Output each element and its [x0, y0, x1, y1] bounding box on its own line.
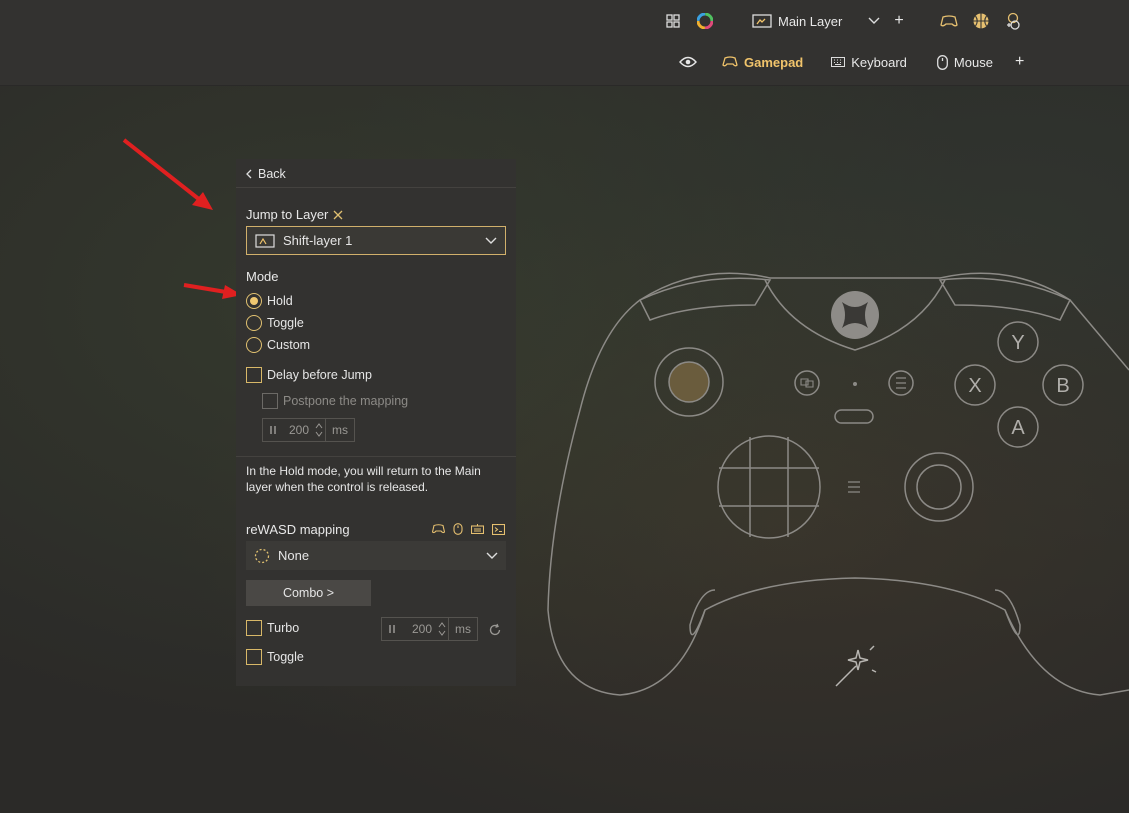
right-stick-inner — [916, 464, 962, 510]
arrow-to-jump-layer — [122, 138, 213, 210]
mode-toggle-label: Toggle — [267, 316, 304, 330]
mapping-value: None — [278, 548, 310, 563]
turbo-input[interactable]: 200 ms — [381, 617, 478, 641]
delay-label: Delay before Jump — [267, 368, 372, 382]
mode-label: Mode — [246, 269, 279, 284]
magic-wand-icon[interactable] — [835, 645, 877, 687]
chevron-down-icon — [486, 552, 498, 560]
mode-toggle-radio[interactable]: Toggle — [246, 315, 304, 331]
back-button[interactable]: Back — [246, 165, 286, 183]
mapping-type-icons — [432, 523, 505, 535]
chevron-left-icon — [246, 169, 252, 179]
controller-body-outline — [547, 272, 1129, 696]
jump-to-layer-label: Jump to Layer — [246, 207, 329, 222]
pause-icon — [382, 624, 402, 634]
dpad-ring[interactable] — [717, 435, 821, 539]
toggle-checkbox[interactable]: Toggle — [246, 649, 304, 665]
x-button-label: X — [968, 375, 981, 397]
radio-unchecked[interactable] — [246, 315, 262, 331]
mapping-label: reWASD mapping — [246, 522, 350, 537]
delay-value: 200 — [288, 423, 309, 437]
y-button-label: Y — [1011, 332, 1024, 354]
arrow-to-hold — [183, 283, 242, 299]
mode-description: In the Hold mode, you will return to the… — [246, 464, 481, 494]
controller-diagram: Y X B A — [547, 272, 1129, 696]
turbo-unit: ms — [448, 618, 477, 640]
right-bumper — [938, 277, 1072, 321]
checkbox[interactable] — [262, 393, 278, 409]
terminal-icon[interactable] — [492, 523, 505, 535]
mode-custom-radio[interactable]: Custom — [246, 337, 310, 353]
pause-icon — [263, 425, 283, 435]
layer-select[interactable]: Shift-layer 1 — [246, 226, 506, 255]
jump-settings-panel: Back Jump to Layer Shift-layer 1 Mode Ho… — [236, 159, 516, 686]
back-label: Back — [258, 167, 286, 181]
chevron-down-icon — [485, 237, 497, 245]
turbo-checkbox[interactable]: Turbo — [246, 620, 299, 636]
layer-select-value: Shift-layer 1 — [283, 233, 353, 248]
jump-to-layer-heading: Jump to Layer — [246, 207, 343, 222]
toggle-label: Toggle — [267, 650, 304, 664]
layer-icon — [255, 233, 275, 248]
right-stick-ring[interactable] — [904, 452, 974, 522]
view-button[interactable] — [794, 370, 820, 396]
divider — [236, 456, 516, 457]
lower-shell-curve — [689, 589, 1021, 636]
turbo-value: 200 — [411, 622, 432, 636]
radio-unchecked[interactable] — [246, 337, 262, 353]
close-icon[interactable] — [333, 210, 343, 220]
a-button-label: A — [1011, 417, 1025, 439]
mapping-select[interactable]: None — [246, 541, 506, 570]
left-bumper — [638, 277, 772, 321]
delay-unit: ms — [325, 419, 354, 441]
checkbox[interactable] — [246, 649, 262, 665]
gamepad-icon[interactable] — [432, 523, 445, 535]
empty-circle-icon — [254, 548, 270, 564]
turbo-label: Turbo — [267, 621, 300, 635]
divider — [236, 187, 516, 188]
mode-hold-label: Hold — [267, 294, 293, 308]
mode-custom-label: Custom — [267, 338, 311, 352]
checkbox[interactable] — [246, 620, 262, 636]
radio-checked[interactable] — [246, 293, 262, 309]
delay-before-jump-checkbox[interactable]: Delay before Jump — [246, 367, 372, 383]
view-squares-icon — [800, 378, 814, 388]
dpad-cross — [719, 437, 819, 537]
mouse-icon[interactable] — [453, 523, 463, 535]
mode-hold-radio[interactable]: Hold — [246, 293, 293, 309]
stepper-arrows[interactable] — [436, 621, 448, 637]
b-button-label: B — [1056, 375, 1069, 397]
stepper-arrows[interactable] — [313, 422, 325, 438]
left-stick-knob[interactable] — [668, 361, 710, 403]
combo-button[interactable]: Combo > — [246, 580, 371, 606]
reset-icon[interactable] — [488, 623, 502, 637]
checkbox[interactable] — [246, 367, 262, 383]
postpone-mapping-checkbox[interactable]: Postpone the mapping — [262, 393, 408, 409]
share-button[interactable] — [834, 409, 874, 424]
keyboard-icon[interactable] — [471, 523, 484, 535]
postpone-label: Postpone the mapping — [283, 394, 409, 408]
delay-input[interactable]: 200 ms — [262, 418, 355, 442]
